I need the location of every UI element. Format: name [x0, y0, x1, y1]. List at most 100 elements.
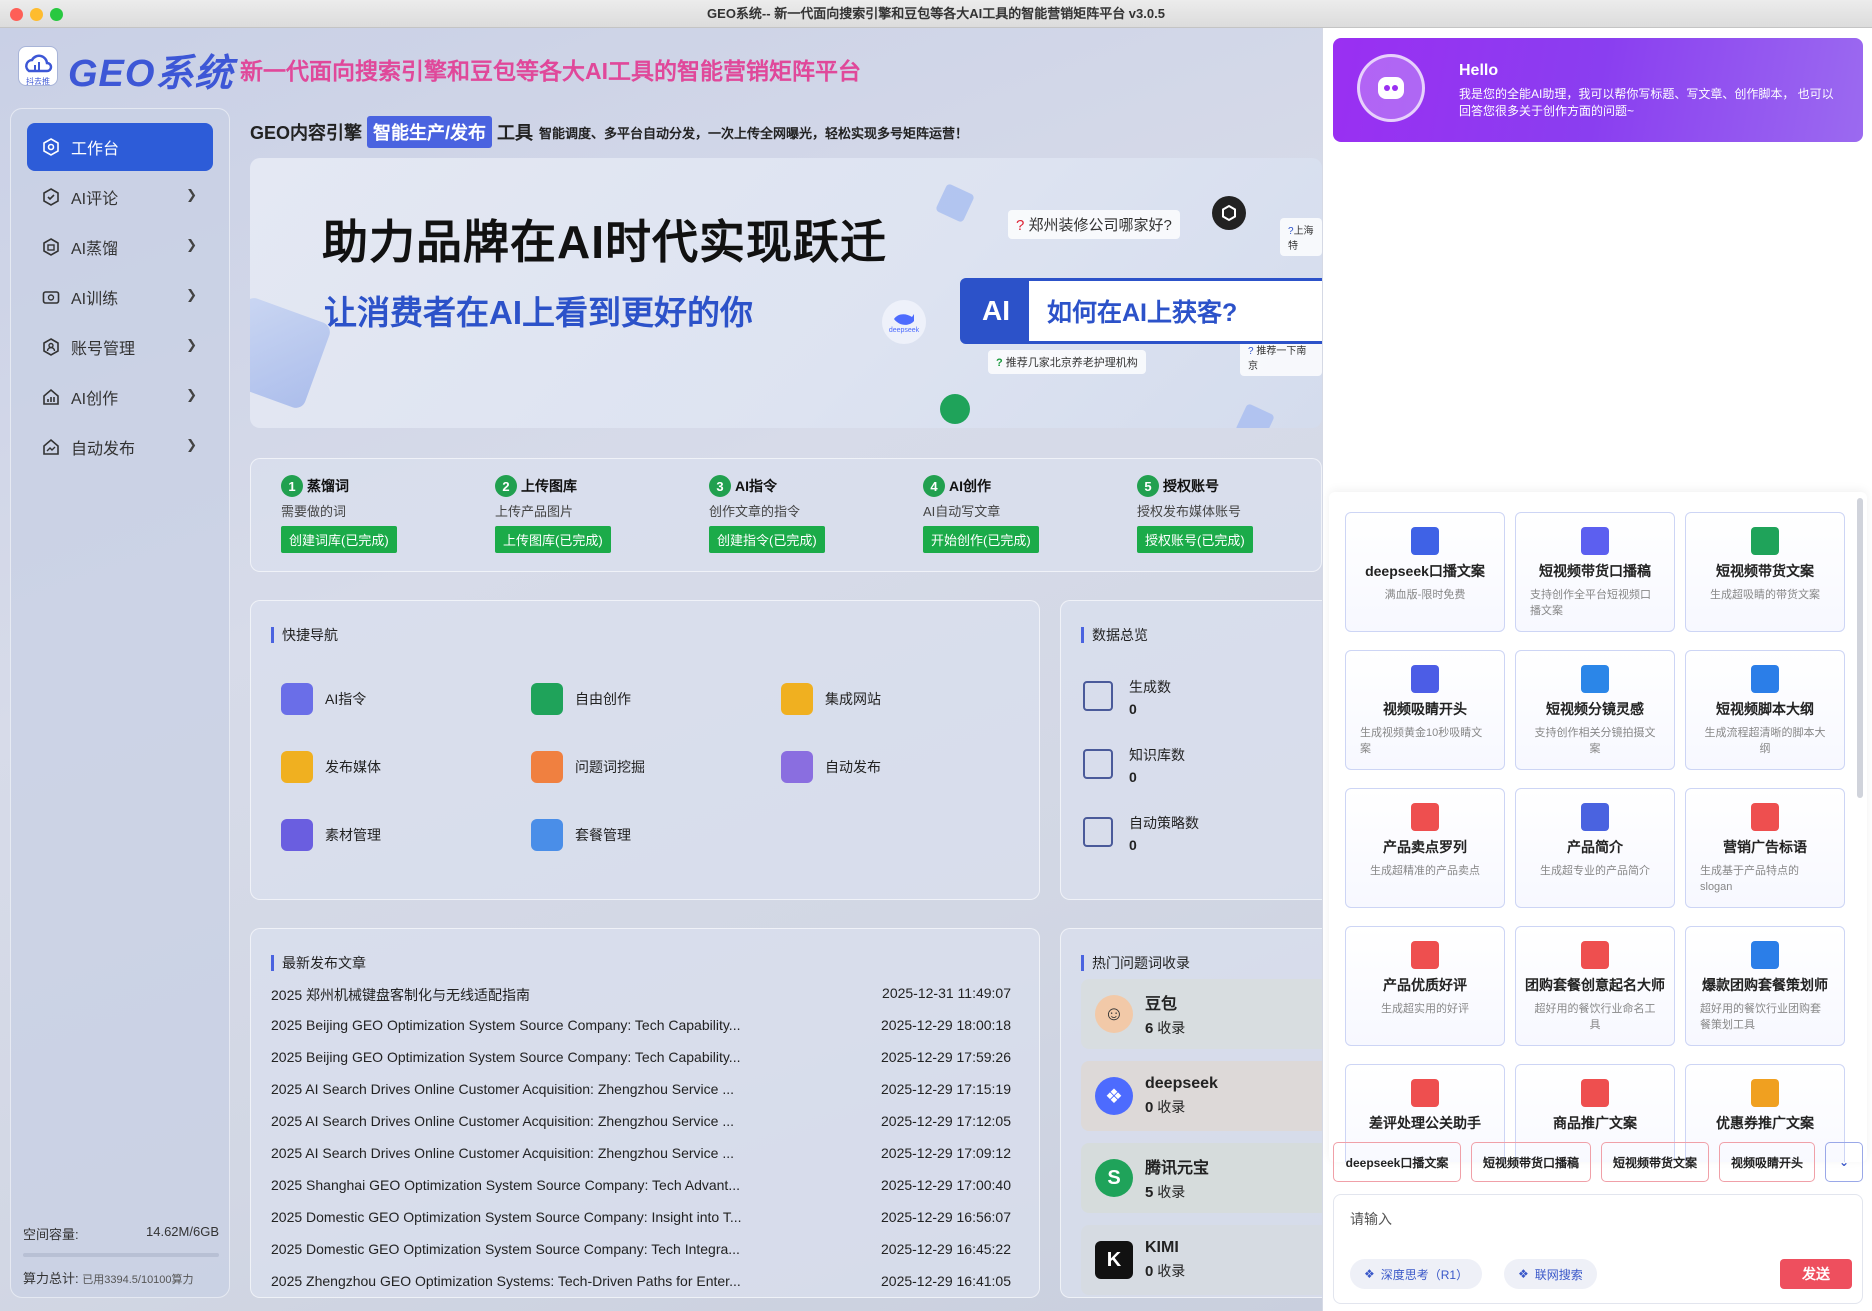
quick-nav-free-creation[interactable]: 自由创作 [531, 683, 631, 715]
quick-nav-material-management[interactable]: 素材管理 [281, 819, 381, 851]
sidebar-item-workbench[interactable]: 工作台 [27, 123, 213, 171]
card-desc: 生成超精准的产品卖点 [1370, 865, 1480, 877]
close-window-button[interactable] [10, 8, 23, 21]
sidebar-item-ai-training[interactable]: AI训练 ❯ [27, 273, 213, 321]
sidebar-item-label: AI蒸馏 [71, 241, 119, 258]
create-instruction-button[interactable]: 创建指令(已完成) [709, 526, 825, 553]
sidebar-item-ai-distill[interactable]: AI蒸馏 ❯ [27, 223, 213, 271]
card-title: 短视频带货口播稿 [1539, 563, 1651, 579]
chip-short-video-copy[interactable]: 短视频带货文案 [1601, 1142, 1709, 1182]
code-window-icon [781, 683, 813, 715]
upload-gallery-button[interactable]: 上传图库(已完成) [495, 526, 611, 553]
article-row[interactable]: 2025 AI Search Drives Online Customer Ac… [271, 1081, 1011, 1097]
chip-deepseek[interactable]: deepseek口播文案 [1333, 1142, 1461, 1182]
setup-steps: 1 蒸馏词 需要做的词 创建词库(已完成) 2 上传图库 上传产品图片 上传图库(已… [250, 458, 1322, 572]
card-grid-scrollbar[interactable] [1857, 498, 1863, 798]
chevron-right-icon: ❯ [186, 187, 197, 202]
sidebar-item-auto-publish[interactable]: 自动发布 ❯ [27, 423, 213, 471]
chevron-down-icon[interactable]: ⌄ [1825, 1142, 1863, 1182]
chip-video-opening[interactable]: 视频吸睛开头 [1719, 1142, 1815, 1182]
edit-doc-icon [1751, 941, 1779, 969]
storage-usage: 空间容量: 14.62M/6GB [23, 1224, 219, 1257]
template-card[interactable]: 短视频带货口播稿支持创作全平台短视频口播文案 [1515, 512, 1675, 632]
quick-nav-auto-publish[interactable]: 自动发布 [781, 751, 881, 783]
hot-item-kimi[interactable]: K KIMI 0 收录 [1081, 1225, 1341, 1295]
coupon-icon [1751, 1079, 1779, 1107]
minimize-window-button[interactable] [30, 8, 43, 21]
video-play-icon [1411, 665, 1439, 693]
authorize-account-button[interactable]: 授权账号(已完成) [1137, 526, 1253, 553]
quick-nav-publish-media[interactable]: 发布媒体 [281, 751, 381, 783]
cube-decoration [1235, 403, 1275, 428]
sidebar-item-account-management[interactable]: 账号管理 ❯ [27, 323, 213, 371]
hot-item-yuanbao[interactable]: S 腾讯元宝 5 收录 [1081, 1143, 1341, 1213]
maximize-window-button[interactable] [50, 8, 63, 21]
template-card-grid: deepseek口播文案 满血版-限时免费 短视频带货口播稿 支持创作全平台短视频口播… [1329, 492, 1867, 1162]
card-desc: 生成流程超清晰的脚本大纲 [1704, 727, 1826, 755]
template-card[interactable]: 视频吸睛开头 生成视频黄金10秒吸睛文案 [1345, 650, 1505, 770]
article-time: 2025-12-29 16:45:22 [881, 1241, 1011, 1257]
template-card[interactable]: deepseek口播文案 满血版-限时免费 [1345, 512, 1505, 632]
quick-nav-package-management[interactable]: 套餐管理 [531, 819, 631, 851]
publish-user-icon [781, 751, 813, 783]
quick-nav-integrated-site[interactable]: 集成网站 [781, 683, 881, 715]
article-row[interactable]: 2025 AI Search Drives Online Customer Ac… [271, 1145, 1011, 1161]
quick-nav-keyword-mining[interactable]: 问题词挖掘 [531, 751, 645, 783]
send-button[interactable]: 发送 [1780, 1259, 1852, 1289]
stat-knowledge-base: 知识库数 0 [1083, 745, 1185, 785]
article-title: 2025 Beijing GEO Optimization System Sou… [271, 1049, 741, 1065]
card-desc: 超好用的餐饮行业团购套餐策划工具 [1700, 1003, 1821, 1031]
template-card[interactable]: 短视频分镜灵感 支持创作相关分镜拍摄文案 [1515, 650, 1675, 770]
card-title: 短视频带货文案 [1716, 563, 1814, 579]
greeting-text: 我是您的全能AI助理，我可以帮你写标题、写文章、创作脚本， 也可以回答您很多关于… [1459, 87, 1834, 118]
chevron-right-icon: ❯ [186, 337, 197, 352]
web-search-toggle[interactable]: ❖ 联网搜索 [1504, 1259, 1597, 1289]
hot-item-deepseek[interactable]: ❖ deepseek 0 收录 [1081, 1061, 1341, 1131]
yuanbao-logo-icon [940, 394, 970, 424]
hot-item-doubao[interactable]: ☺ 豆包 6 收录 [1081, 979, 1341, 1049]
card-desc: 超好用的餐饮行业命名工具 [1534, 1003, 1656, 1031]
search-doc-icon [531, 751, 563, 783]
create-wordlib-button[interactable]: 创建词库(已完成) [281, 526, 397, 553]
quick-nav-ai-instruction[interactable]: AI指令 [281, 683, 366, 715]
card-title: 产品简介 [1567, 839, 1623, 855]
article-row[interactable]: 2025 AI Search Drives Online Customer Ac… [271, 1113, 1011, 1129]
storage-label: 空间容量: [23, 1227, 79, 1242]
banner-title: 助力品牌在AI时代实现跃迁 [322, 216, 887, 268]
header-prefix: GEO内容引擎 [250, 123, 363, 143]
window-titlebar: GEO系统-- 新一代面向搜索引擎和豆包等各大AI工具的智能营销矩阵平台 v3.… [0, 0, 1872, 28]
card-desc: 支持创作全平台短视频口播文案 [1530, 589, 1651, 617]
card-title: 短视频脚本大纲 [1716, 701, 1814, 717]
article-title: 2025 AI Search Drives Online Customer Ac… [271, 1145, 735, 1161]
template-card[interactable]: 产品简介生成超专业的产品简介 [1515, 788, 1675, 908]
article-row[interactable]: 2025 Domestic GEO Optimization System So… [271, 1209, 1011, 1225]
template-card[interactable]: 产品卖点罗列 生成超精准的产品卖点 [1345, 788, 1505, 908]
template-card[interactable]: 短视频带货文案生成超吸睛的带货文案 [1685, 512, 1845, 632]
sidebar-item-ai-creation[interactable]: AI创作 ❯ [27, 373, 213, 421]
article-row[interactable]: 2025 Beijing GEO Optimization System Sou… [271, 1049, 1011, 1065]
template-card[interactable]: 营销广告标语 生成基于产品特点的slogan [1685, 788, 1845, 908]
deep-think-toggle[interactable]: ❖ 深度思考（R1） [1350, 1259, 1483, 1289]
step-item: 1 蒸馏词 需要做的词 创建词库(已完成) [281, 475, 481, 553]
template-card[interactable]: 爆款团购套餐策划师 超好用的餐饮行业团购套餐策划工具 [1685, 926, 1845, 1046]
account-icon [41, 337, 61, 357]
card-desc: 满血版-限时免费 [1384, 589, 1466, 601]
article-row[interactable]: 2025 Domestic GEO Optimization System So… [271, 1241, 1011, 1257]
sidebar-item-ai-comment[interactable]: AI评论 ❯ [27, 173, 213, 221]
card-desc: 生成超吸睛的带货文案 [1710, 589, 1820, 601]
video-camera-icon [1751, 665, 1779, 693]
assistant-greeting: Hello 我是您的全能AI助理，我可以帮你写标题、写文章、创作脚本， 也可以回… [1333, 38, 1863, 142]
brand-name: GEO系统 [68, 53, 234, 95]
article-row[interactable]: 2025 Zhengzhou GEO Optimization Systems:… [271, 1273, 1011, 1289]
template-card[interactable]: 短视频脚本大纲生成流程超清晰的脚本大纲 [1685, 650, 1845, 770]
article-row[interactable]: 2025 Shanghai GEO Optimization System So… [271, 1177, 1011, 1193]
article-row[interactable]: 2025 Beijing GEO Optimization System Sou… [271, 1017, 1011, 1033]
card-desc: 生成超专业的产品简介 [1540, 865, 1650, 877]
template-card[interactable]: 产品优质好评 生成超实用的好评 [1345, 926, 1505, 1046]
template-card[interactable]: 团购套餐创意起名大师 超好用的餐饮行业命名工具 [1515, 926, 1675, 1046]
card-title: 营销广告标语 [1723, 839, 1807, 855]
article-row[interactable]: 2025 郑州机械键盘客制化与无线适配指南 2025-12-31 11:49:07 [271, 985, 1011, 1005]
chip-short-video-script[interactable]: 短视频带货口播稿 [1471, 1142, 1591, 1182]
chat-input[interactable]: 请输入 [1350, 1209, 1392, 1229]
start-creation-button[interactable]: 开始创作(已完成) [923, 526, 1039, 553]
